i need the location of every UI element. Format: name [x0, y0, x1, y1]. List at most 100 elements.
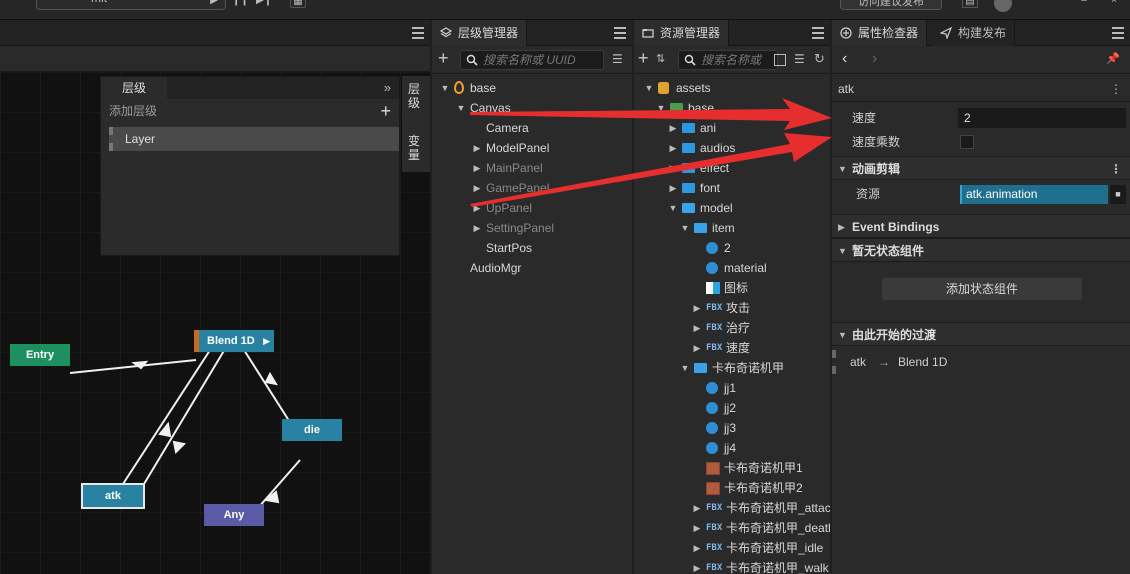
asset-item[interactable]: 卡布奇诺机甲1	[634, 458, 830, 478]
tree-item[interactable]: ▶ GamePanel	[432, 178, 632, 198]
collapse-icon[interactable]: »	[384, 77, 391, 99]
chevron-right-icon[interactable]: ▶	[668, 178, 678, 198]
tree-item[interactable]: ▶ UpPanel	[432, 198, 632, 218]
asset-item[interactable]: ▼ base	[634, 98, 830, 118]
asset-item[interactable]: ▶ FBX 攻击	[634, 298, 830, 318]
sort-icon[interactable]: ⇅	[656, 52, 665, 65]
grid-icon[interactable]: ▦	[290, 0, 306, 8]
speed-multiplier-checkbox[interactable]	[960, 135, 974, 149]
asset-item[interactable]: jj2	[634, 398, 830, 418]
asset-item[interactable]: material	[634, 258, 830, 278]
close-icon[interactable]: ×	[1106, 0, 1122, 8]
add-layer-button[interactable]: +	[380, 99, 391, 123]
tab-build[interactable]: 构建发布	[932, 20, 1016, 46]
state-atk[interactable]: atk	[83, 485, 143, 507]
hierarchy-search-input[interactable]: 搜索名称或 UUID	[460, 50, 604, 70]
asset-item[interactable]: ▶ FBX 卡布奇诺机甲_walk	[634, 558, 830, 574]
asset-item[interactable]: ▶ FBX 卡布奇诺机甲_death	[634, 518, 830, 538]
list-icon[interactable]: ☰	[794, 52, 805, 66]
speed-input[interactable]: 2	[958, 108, 1126, 128]
chevron-right-icon[interactable]: ▶	[692, 538, 702, 558]
anim-clip-section[interactable]: ▼ 动画剪辑 ⋮	[832, 156, 1130, 180]
menu-icon[interactable]	[614, 27, 626, 39]
asset-item[interactable]: ▶ FBX 卡布奇诺机甲_attack	[634, 498, 830, 518]
menu-icon[interactable]	[1112, 27, 1124, 39]
avatar[interactable]	[994, 0, 1012, 12]
pin-icon[interactable]: 📌	[1106, 52, 1120, 65]
state-die[interactable]: die	[282, 419, 342, 441]
chevron-right-icon[interactable]: ▶	[692, 558, 702, 574]
chevron-right-icon[interactable]: ▶	[472, 138, 482, 158]
chevron-down-icon[interactable]: ▼	[656, 98, 666, 118]
tree-item[interactable]: ▶ SettingPanel	[432, 218, 632, 238]
asset-item[interactable]: 2	[634, 238, 830, 258]
tree-item[interactable]: ▼ base	[432, 78, 632, 98]
tree-item[interactable]: AudioMgr	[432, 258, 632, 278]
step-icon[interactable]: ▶❙	[256, 0, 272, 8]
more-icon[interactable]: ⋮	[1110, 157, 1122, 181]
tab-inspector[interactable]: 属性检查器	[832, 20, 928, 46]
chevron-down-icon[interactable]: ▼	[680, 358, 690, 378]
state-any[interactable]: Any	[204, 504, 264, 526]
back-icon[interactable]: ‹	[842, 50, 847, 68]
asset-item[interactable]: jj4	[634, 438, 830, 458]
tree-item[interactable]: ▶ ModelPanel	[432, 138, 632, 158]
chevron-right-icon[interactable]: ▶	[472, 218, 482, 238]
play-icon[interactable]: ▶	[206, 0, 222, 8]
tab-hierarchy[interactable]: 层级管理器	[432, 20, 528, 46]
chevron-right-icon[interactable]: ▶	[692, 498, 702, 518]
asset-item[interactable]: ▶ ani	[634, 118, 830, 138]
asset-item[interactable]: ▼ item	[634, 218, 830, 238]
chevron-down-icon[interactable]: ▼	[680, 218, 690, 238]
resource-field[interactable]: atk.animation	[960, 185, 1108, 204]
sort-icon[interactable]: ☰	[612, 52, 623, 66]
layout-icon[interactable]: ▤	[962, 0, 978, 8]
tree-item[interactable]: Camera	[432, 118, 632, 138]
menu-icon[interactable]	[812, 27, 824, 39]
layer-item[interactable]: Layer	[109, 127, 399, 151]
chevron-right-icon[interactable]: ▶	[692, 338, 702, 358]
event-bindings-section[interactable]: ▶ Event Bindings	[832, 214, 1130, 238]
chevron-down-icon[interactable]: ▼	[440, 78, 450, 98]
layers-tab[interactable]: 层级	[101, 77, 167, 99]
asset-item[interactable]: 图标	[634, 278, 830, 298]
chevron-right-icon[interactable]: ▶	[472, 198, 482, 218]
asset-item[interactable]: ▼ model	[634, 198, 830, 218]
add-asset-button[interactable]: +	[638, 48, 649, 69]
chevron-right-icon[interactable]: ▶	[472, 178, 482, 198]
asset-item[interactable]: ▶ audios	[634, 138, 830, 158]
asset-item[interactable]: ▶ FBX 速度	[634, 338, 830, 358]
refresh-icon[interactable]: ↻	[814, 51, 825, 67]
more-icon[interactable]: ⋮	[1110, 76, 1122, 102]
assets-search-input[interactable]: 搜索名称或	[678, 50, 778, 70]
minimize-icon[interactable]: –	[1076, 0, 1092, 8]
asset-item[interactable]: ▼ assets	[634, 78, 830, 98]
add-node-button[interactable]: +	[438, 48, 449, 69]
asset-item[interactable]: ▶ FBX 治疗	[634, 318, 830, 338]
chevron-right-icon[interactable]: ▶	[692, 518, 702, 538]
pause-icon[interactable]: ❙❙	[232, 0, 249, 8]
tree-item[interactable]: ▼ Canvas	[432, 98, 632, 118]
menu-icon[interactable]	[412, 27, 424, 39]
asset-item[interactable]: ▶ effect	[634, 158, 830, 178]
scene-selector[interactable]: mit	[36, 0, 226, 10]
tree-item[interactable]: StartPos	[432, 238, 632, 258]
transition-item[interactable]: atk → Blend 1D	[832, 350, 1130, 374]
state-entry[interactable]: Entry	[10, 344, 70, 366]
asset-item[interactable]: ▼ 卡布奇诺机甲	[634, 358, 830, 378]
asset-item[interactable]: jj3	[634, 418, 830, 438]
asset-item[interactable]: ▶ font	[634, 178, 830, 198]
side-tab-layers[interactable]: 层级	[408, 82, 422, 110]
add-state-comp-button[interactable]: 添加状态组件	[882, 278, 1082, 300]
chevron-down-icon[interactable]: ▼	[644, 78, 654, 98]
chevron-down-icon[interactable]: ▼	[668, 198, 678, 218]
no-state-comp-section[interactable]: ▼ 暂无状态组件	[832, 238, 1130, 262]
publish-button[interactable]: 访问建议发布	[840, 0, 942, 10]
chevron-right-icon[interactable]: ▶	[472, 158, 482, 178]
chevron-right-icon[interactable]: ▶	[668, 118, 678, 138]
chevron-right-icon[interactable]: ▶	[692, 298, 702, 318]
transitions-section[interactable]: ▼ 由此开始的过渡	[832, 322, 1130, 346]
asset-item[interactable]: jj1	[634, 378, 830, 398]
chevron-right-icon[interactable]: ▶	[692, 318, 702, 338]
asset-item[interactable]: ▶ FBX 卡布奇诺机甲_idle	[634, 538, 830, 558]
